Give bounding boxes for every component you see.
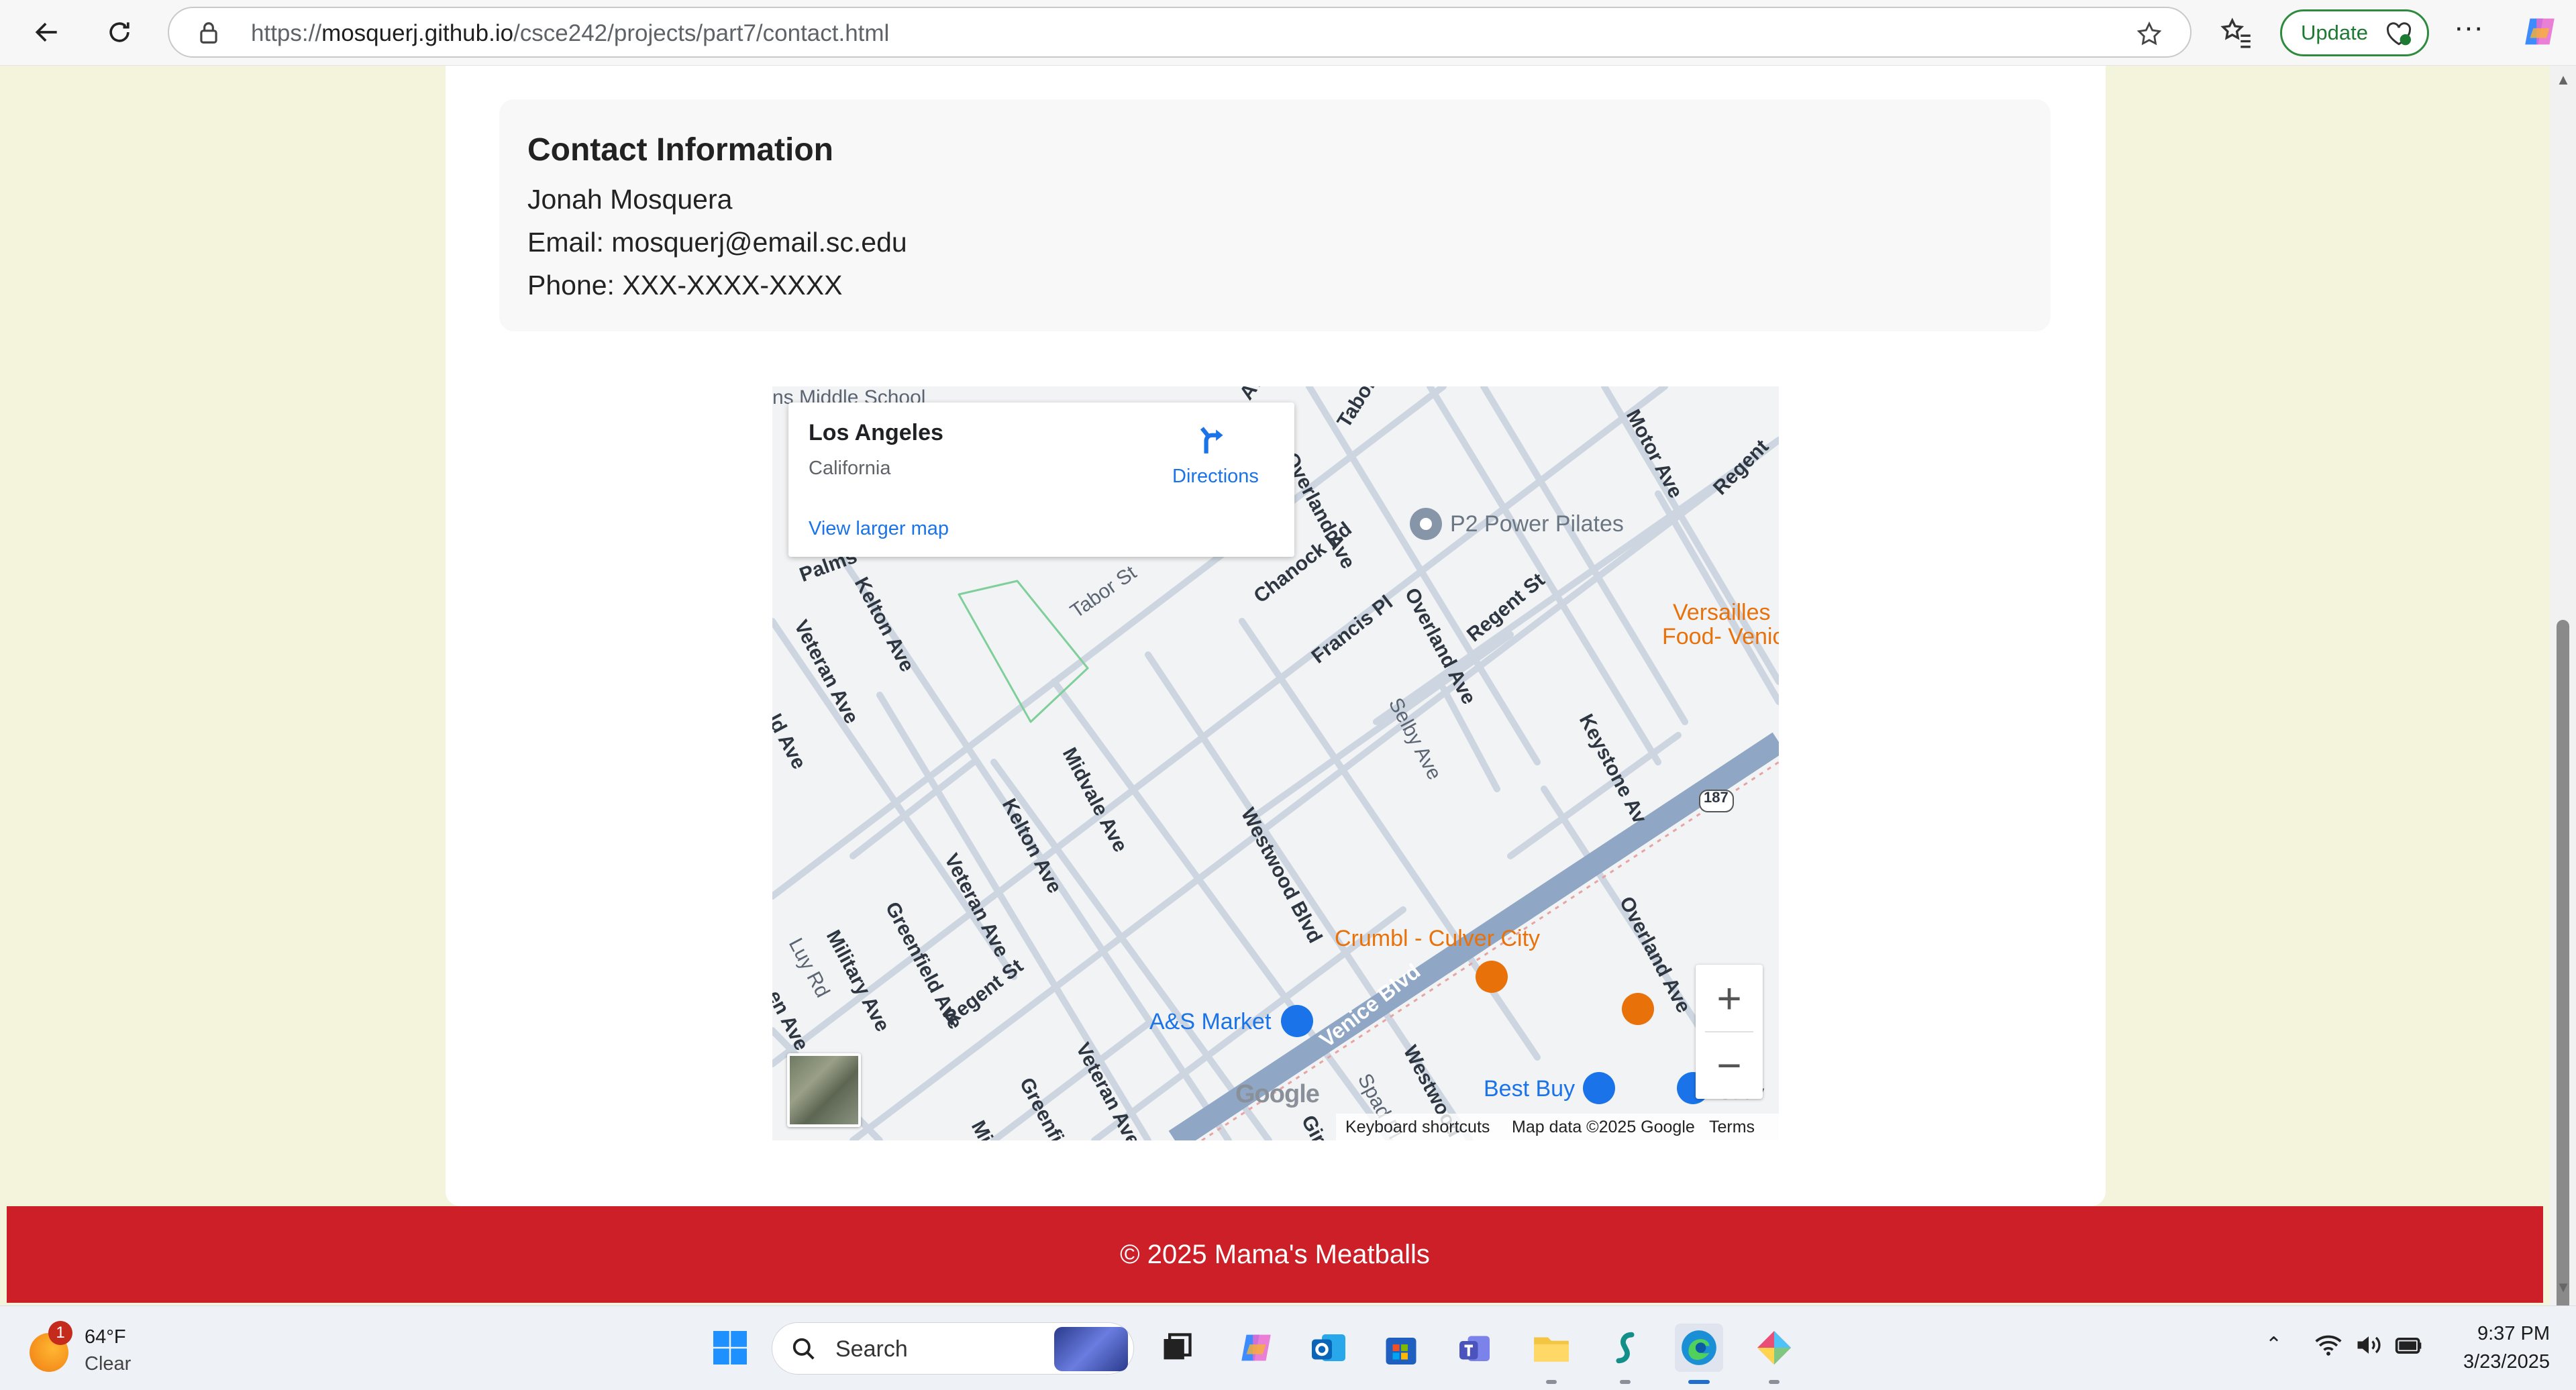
taskbar-search[interactable]: Search [772, 1322, 1134, 1375]
zoom-out-button[interactable]: − [1696, 1032, 1763, 1099]
store-button[interactable] [1377, 1324, 1425, 1372]
place-info-card: Los Angeles California View larger map D… [788, 403, 1294, 557]
embedded-map[interactable]: ns Middle School Tabor St Overland Ave A… [772, 386, 1779, 1140]
page-scrollbar[interactable]: ▲ ▼ [2550, 66, 2576, 1320]
footer-copyright: © 2025 Mama's Meatballs [1120, 1240, 1430, 1269]
clock-time: 9:37 PM [2477, 1323, 2550, 1344]
more-options-button[interactable]: ··· [2452, 13, 2485, 50]
teal-s-app-icon [1616, 1332, 1635, 1364]
favorites-icon[interactable] [2220, 16, 2253, 50]
address-bar[interactable]: https://mosquerj.github.io/csce242/proje… [168, 7, 2192, 58]
windows-taskbar: 1 64°F Clear Search ⌃ 9:37 PM 3/23/2025 [0, 1305, 2576, 1390]
weather-temperature: 64°F [85, 1326, 126, 1348]
back-button[interactable] [24, 9, 70, 55]
url-text[interactable]: https://mosquerj.github.io/csce242/proje… [251, 20, 889, 47]
contact-email: Email: mosquerj@email.sc.edu [527, 227, 907, 258]
favorite-star-icon[interactable] [2135, 20, 2163, 48]
outlook-icon [1312, 1334, 1345, 1361]
browser-toolbar: https://mosquerj.github.io/csce242/proje… [0, 0, 2576, 66]
refresh-icon [109, 22, 130, 42]
site-footer: © 2025 Mama's Meatballs [7, 1206, 2543, 1303]
weather-widget[interactable]: 1 64°F Clear [30, 1321, 191, 1377]
signal-app-button[interactable] [1601, 1324, 1649, 1372]
contact-phone: Phone: XXX-XXXX-XXXX [527, 270, 843, 301]
lock-icon [200, 22, 217, 44]
search-icon [792, 1338, 815, 1360]
directions-link[interactable]: Directions [1172, 466, 1259, 488]
satellite-toggle[interactable] [787, 1053, 861, 1127]
file-explorer-button[interactable] [1527, 1324, 1576, 1372]
search-label: Search [835, 1336, 908, 1362]
start-button[interactable] [706, 1324, 754, 1372]
edge-active-indicator [1688, 1380, 1710, 1384]
task-view-button[interactable] [1153, 1324, 1201, 1372]
contact-title: Contact Information [527, 132, 833, 168]
edge-button[interactable] [1675, 1324, 1723, 1372]
label-best-buy[interactable]: Best Buy [1484, 1076, 1575, 1102]
colorful-diamond-icon [1757, 1331, 1791, 1365]
back-arrow-icon [35, 22, 57, 42]
copilot-icon[interactable] [2520, 12, 2559, 51]
terms-link[interactable]: Terms [1709, 1118, 1755, 1137]
place-name: Los Angeles [809, 420, 943, 445]
zoom-controls: + − [1696, 965, 1763, 1099]
search-highlight-image [1054, 1327, 1128, 1371]
map-attribution-bar: Keyboard shortcuts Map data ©2025 Google… [1336, 1114, 1779, 1140]
explorer-running-indicator [1546, 1380, 1557, 1384]
weather-badge: 1 [48, 1321, 72, 1345]
edge-icon [1682, 1330, 1716, 1365]
microsoft-store-icon [1386, 1338, 1416, 1365]
contact-name: Jonah Mosquera [527, 184, 733, 215]
google-logo: Google [1235, 1080, 1320, 1108]
outlook-button[interactable] [1304, 1324, 1353, 1372]
label-p2-power-pilates[interactable]: P2 Power Pilates [1450, 511, 1624, 537]
weather-condition: Clear [85, 1353, 132, 1375]
signal-running-indicator [1620, 1380, 1631, 1384]
windows-logo-icon [713, 1331, 747, 1365]
label-versailles-2[interactable]: Food- Venic [1662, 624, 1779, 650]
refresh-button[interactable] [97, 9, 142, 55]
wifi-icon[interactable] [2314, 1330, 2343, 1360]
map-data-text: Map data ©2025 Google [1512, 1118, 1695, 1136]
place-region: California [809, 458, 891, 479]
label-hwy-187: 187 [1704, 789, 1729, 806]
copilot-taskbar-button[interactable] [1232, 1324, 1280, 1372]
teams-button[interactable] [1452, 1324, 1500, 1372]
label-versailles[interactable]: Versailles [1673, 600, 1771, 626]
keyboard-shortcuts-link[interactable]: Keyboard shortcuts [1345, 1118, 1490, 1137]
directions-icon[interactable] [1196, 423, 1230, 456]
task-view-icon [1164, 1333, 1192, 1360]
tools-running-indicator [1769, 1380, 1780, 1384]
copilot-app-icon [1241, 1334, 1271, 1361]
update-button[interactable]: Update [2280, 9, 2429, 56]
scroll-up-arrow-icon[interactable]: ▲ [2555, 71, 2571, 88]
clock-date: 3/23/2025 [2463, 1351, 2550, 1373]
label-as-market[interactable]: A&S Market [1149, 1009, 1271, 1035]
scroll-thumb[interactable] [2557, 620, 2569, 1320]
show-hidden-icons-button[interactable]: ⌃ [2265, 1333, 2282, 1356]
zoom-in-button[interactable]: + [1696, 965, 1763, 1032]
update-label: Update [2301, 21, 2368, 44]
taskbar-clock[interactable]: 9:37 PM 3/23/2025 [2442, 1320, 2550, 1376]
tools-app-button[interactable] [1750, 1324, 1798, 1372]
folder-icon [1534, 1337, 1569, 1362]
update-heart-icon [2386, 22, 2412, 46]
teams-icon [1459, 1336, 1490, 1361]
scroll-down-arrow-icon[interactable]: ▼ [2555, 1279, 2571, 1295]
label-crumbl[interactable]: Crumbl - Culver City [1335, 926, 1540, 952]
view-larger-map-link[interactable]: View larger map [809, 518, 949, 540]
battery-icon[interactable] [2394, 1330, 2424, 1360]
volume-icon[interactable] [2354, 1330, 2383, 1360]
